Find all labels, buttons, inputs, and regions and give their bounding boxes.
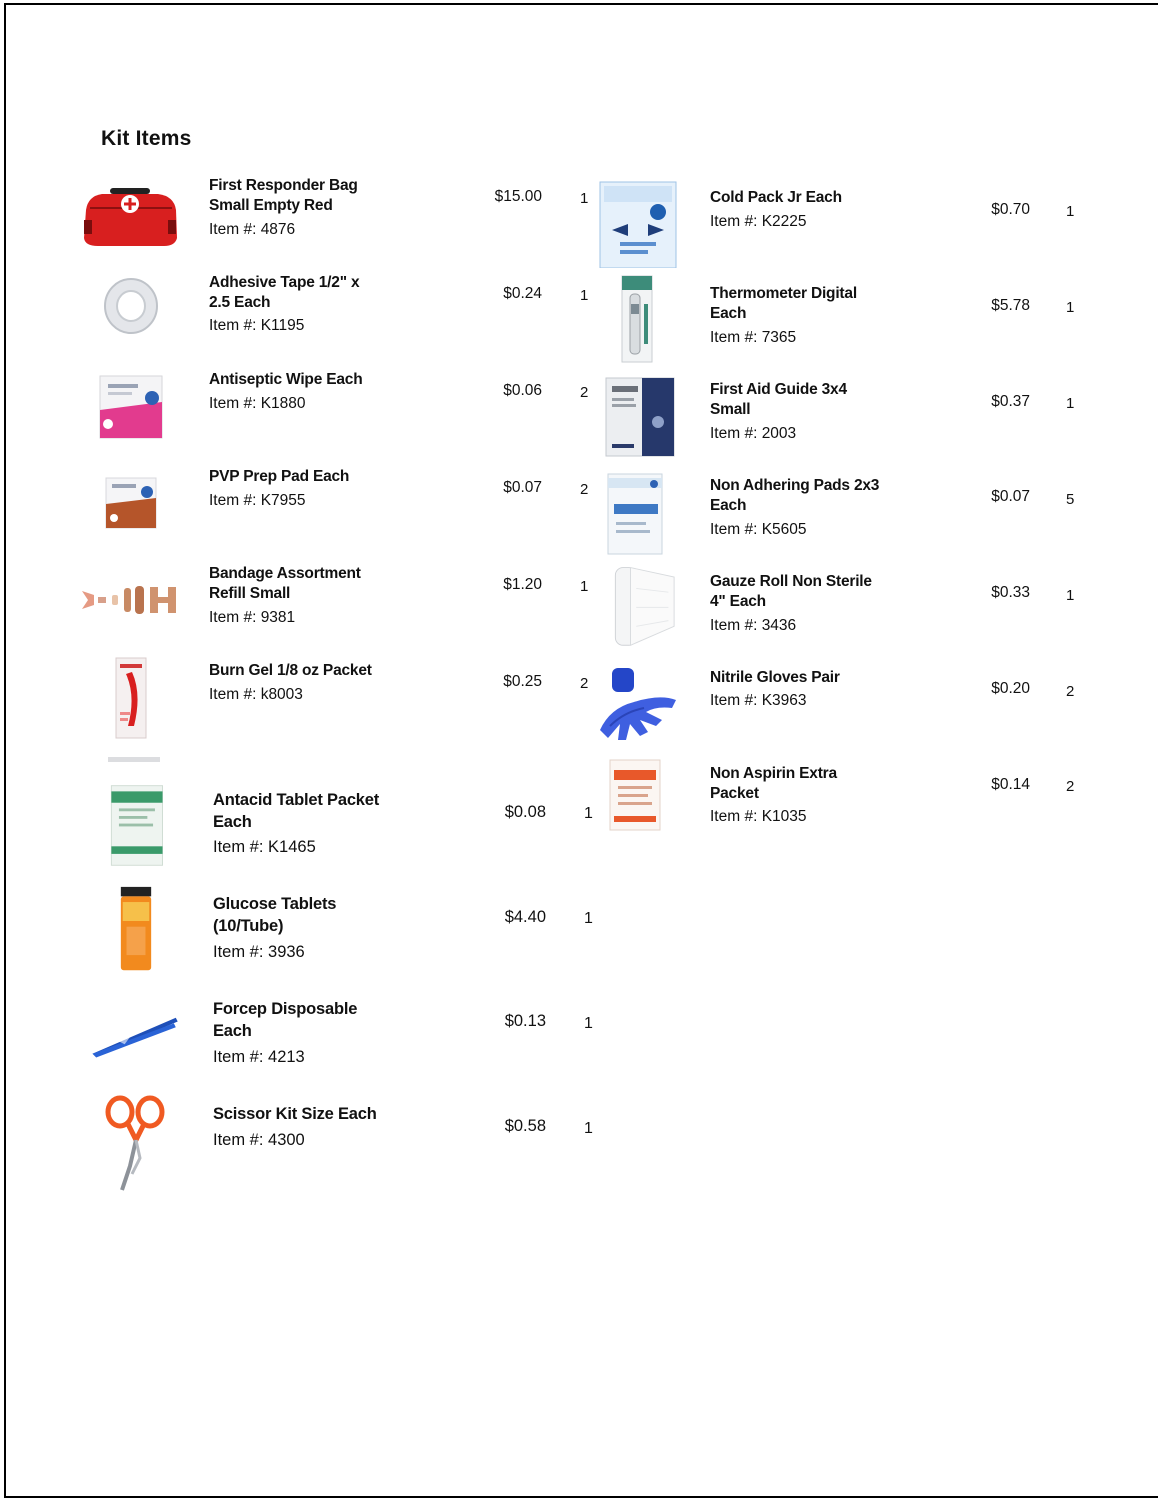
gauze-roll-icon	[614, 566, 675, 646]
item-price: $0.06	[503, 382, 542, 399]
item-price: $0.33	[991, 584, 1030, 601]
item-quantity: 2	[1066, 683, 1075, 700]
nitrile-gloves-icon	[600, 668, 676, 740]
item-price: $0.24	[503, 285, 542, 302]
item-number: Item #: K1035	[710, 808, 807, 825]
item-number: Item #: 7365	[710, 329, 797, 346]
item-name: Burn Gel 1/8 oz Packet	[209, 662, 372, 679]
item-name: Nitrile Gloves Pair	[710, 669, 840, 686]
item-price: $1.20	[503, 576, 542, 593]
item-price: $0.25	[503, 673, 542, 690]
item-price: $4.40	[504, 908, 546, 926]
red-first-aid-bag-icon	[84, 188, 177, 246]
section-title: Kit Items	[101, 127, 192, 150]
item-quantity: 1	[584, 1120, 593, 1137]
item-price: $5.78	[991, 297, 1030, 314]
scissors-icon	[105, 1095, 165, 1191]
item-price: $0.20	[991, 680, 1030, 697]
item-quantity: 1	[584, 1015, 593, 1032]
item-name: Scissor Kit Size Each	[213, 1105, 377, 1123]
item-price: $0.58	[504, 1117, 546, 1135]
item-price: $0.08	[504, 803, 546, 821]
item-number: Item #: K5605	[710, 521, 807, 538]
item-name: Forcep Disposable Each	[213, 1000, 358, 1040]
bandages-icon	[82, 586, 176, 614]
item-quantity: 5	[1066, 491, 1075, 508]
forceps-icon	[92, 1017, 178, 1058]
item-name: PVP Prep Pad Each	[209, 468, 350, 485]
item-quantity: 1	[580, 287, 589, 304]
item-name: Cold Pack Jr Each	[710, 189, 842, 206]
item-name: First Aid Guide 3x4 Small	[710, 381, 847, 418]
item-number: Item #: 3936	[213, 943, 305, 961]
burn-gel-packet-icon	[115, 657, 147, 739]
tape-roll-icon	[104, 278, 158, 334]
item-number: Item #: K3963	[710, 692, 807, 709]
item-number: Item #: 9381	[209, 609, 296, 626]
item-name: Bandage Assortment Refill Small	[209, 565, 361, 602]
item-quantity: 2	[580, 675, 589, 692]
item-number: Item #: K7955	[209, 492, 306, 509]
item-number: Item #: 4876	[209, 221, 296, 238]
antacid-packet-icon	[110, 785, 163, 866]
item-number: Item #: 2003	[710, 425, 797, 442]
item-quantity: 1	[1066, 203, 1075, 220]
item-name: Thermometer Digital Each	[710, 285, 857, 322]
item-name: Gauze Roll Non Sterile 4" Each	[710, 573, 872, 610]
item-quantity: 1	[1066, 395, 1075, 412]
item-price: $0.14	[991, 776, 1030, 793]
cold-pack-icon	[599, 181, 677, 268]
item-quantity: 1	[1066, 299, 1075, 316]
item-price: $0.13	[504, 1012, 546, 1030]
item-name: First Responder Bag Small Empty Red	[209, 177, 358, 214]
first-aid-guide-icon	[605, 377, 675, 457]
item-number: Item #: K2225	[710, 213, 807, 230]
item-price: $0.70	[991, 201, 1030, 218]
item-price: $0.07	[991, 488, 1030, 505]
item-quantity: 2	[580, 384, 589, 401]
divider	[108, 757, 160, 762]
item-price: $0.37	[991, 393, 1030, 410]
thermometer-icon	[621, 275, 653, 363]
item-price: $15.00	[494, 188, 542, 205]
item-quantity: 2	[580, 481, 589, 498]
item-quantity: 1	[580, 578, 589, 595]
item-name: Glucose Tablets (10/Tube)	[213, 895, 337, 935]
item-number: Item #: K1465	[213, 838, 316, 856]
item-price: $0.07	[503, 479, 542, 496]
item-number: Item #: 4213	[213, 1048, 305, 1066]
prep-pad-packet-icon	[105, 477, 157, 529]
item-number: Item #: K1880	[209, 395, 306, 412]
item-name: Non Aspirin Extra Packet	[710, 765, 837, 802]
antiseptic-wipe-packet-icon	[99, 375, 163, 439]
item-number: Item #: k8003	[209, 686, 303, 703]
item-name: Antacid Tablet Packet Each	[213, 791, 380, 831]
item-quantity: 1	[1066, 587, 1075, 604]
item-number: Item #: 3436	[710, 617, 797, 634]
item-quantity: 1	[584, 910, 593, 927]
item-quantity: 2	[1066, 778, 1075, 795]
item-name: Antiseptic Wipe Each	[209, 371, 363, 388]
item-quantity: 1	[580, 190, 589, 207]
item-name: Adhesive Tape 1/2" x 2.5 Each	[209, 274, 360, 311]
non-aspirin-packet-icon	[609, 759, 661, 831]
item-number: Item #: K1195	[209, 317, 305, 334]
item-number: Item #: 4300	[213, 1131, 305, 1149]
glucose-tube-icon	[120, 886, 152, 971]
gauze-pad-packet-icon	[607, 473, 663, 555]
item-name: Non Adhering Pads 2x3 Each	[710, 477, 880, 514]
